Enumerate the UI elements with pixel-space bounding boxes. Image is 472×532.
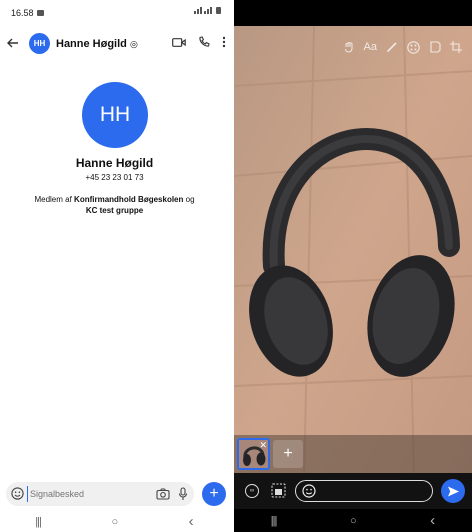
remove-media-icon[interactable]: ✕ <box>259 440 267 451</box>
emoji-icon[interactable] <box>302 484 316 498</box>
recent-apps-button[interactable]: ||| <box>35 516 42 528</box>
status-bar: 16.58 <box>0 0 229 24</box>
gallery-icon[interactable] <box>271 483 286 498</box>
group-link[interactable]: KC test gruppe <box>86 206 143 215</box>
message-input[interactable] <box>27 486 137 502</box>
home-button[interactable]: ○ <box>111 516 118 528</box>
microphone-icon[interactable] <box>178 487 188 501</box>
signal-strength-2-icon <box>204 7 212 14</box>
photo-preview[interactable] <box>234 26 472 480</box>
back-arrow-icon[interactable] <box>5 35 21 51</box>
caption-input[interactable] <box>295 480 433 502</box>
camera-icon[interactable] <box>156 488 170 500</box>
blur-icon[interactable] <box>407 40 420 54</box>
caption-bar: ∞ <box>234 473 472 509</box>
signal-strength-icon <box>194 7 202 14</box>
system-nav-bar: ||| ○ ‹ <box>234 509 472 532</box>
selected-media-thumbnail[interactable]: ✕ <box>237 438 270 470</box>
video-call-icon[interactable] <box>172 37 186 48</box>
emoji-icon[interactable] <box>11 487 24 500</box>
profile-name: Hanne Høgild <box>75 156 154 170</box>
sticker-icon[interactable] <box>344 41 355 53</box>
add-media-button[interactable]: + <box>273 440 303 468</box>
contact-name[interactable]: Hanne Høgild ◎ <box>56 38 138 50</box>
pen-icon[interactable] <box>386 41 398 53</box>
headphones-photo <box>234 26 472 480</box>
view-once-icon[interactable]: ∞ <box>245 484 259 498</box>
back-button[interactable]: ‹ <box>430 512 435 529</box>
send-icon <box>447 486 459 496</box>
media-editor-panel: Aa ✕ + ∞ ||| ○ ‹ <box>234 0 472 532</box>
clock: 16.58 <box>11 8 34 18</box>
more-options-icon[interactable] <box>222 36 226 48</box>
send-button[interactable] <box>441 479 465 503</box>
contact-avatar[interactable]: HH <box>29 33 50 54</box>
crop-flip-icon[interactable] <box>429 41 441 53</box>
attach-button[interactable]: + <box>202 482 226 506</box>
gallery-notification-icon <box>36 10 44 16</box>
system-nav-bar: ||| ○ ‹ <box>0 511 229 532</box>
text-icon[interactable]: Aa <box>364 41 377 53</box>
battery-icon <box>216 7 221 14</box>
home-button[interactable]: ○ <box>350 515 357 527</box>
signal-conversation-panel: 16.58 HH Hanne Høgild ◎ HH Hanne Høgild … <box>0 0 229 532</box>
profile-avatar[interactable]: HH <box>82 82 148 148</box>
editor-toolbar: Aa <box>234 36 472 58</box>
back-button[interactable]: ‹ <box>189 513 194 530</box>
recent-apps-button[interactable]: ||| <box>271 515 278 527</box>
conversation-header: HH Hanne Høgild ◎ <box>0 27 229 61</box>
profile-phone: +45 23 23 01 73 <box>85 173 144 182</box>
voice-call-icon[interactable] <box>198 36 210 48</box>
contact-info-icon: ◎ <box>129 39 138 49</box>
group-link[interactable]: Konfirmandhold Bøgeskolen <box>74 195 183 204</box>
message-composer <box>6 482 194 506</box>
shared-groups: Medlem af Konfirmandhold Bøgeskolen og K… <box>34 195 195 215</box>
status-icons <box>194 7 221 14</box>
media-thumbnail-strip: ✕ + <box>234 435 472 473</box>
crop-icon[interactable] <box>450 41 462 53</box>
